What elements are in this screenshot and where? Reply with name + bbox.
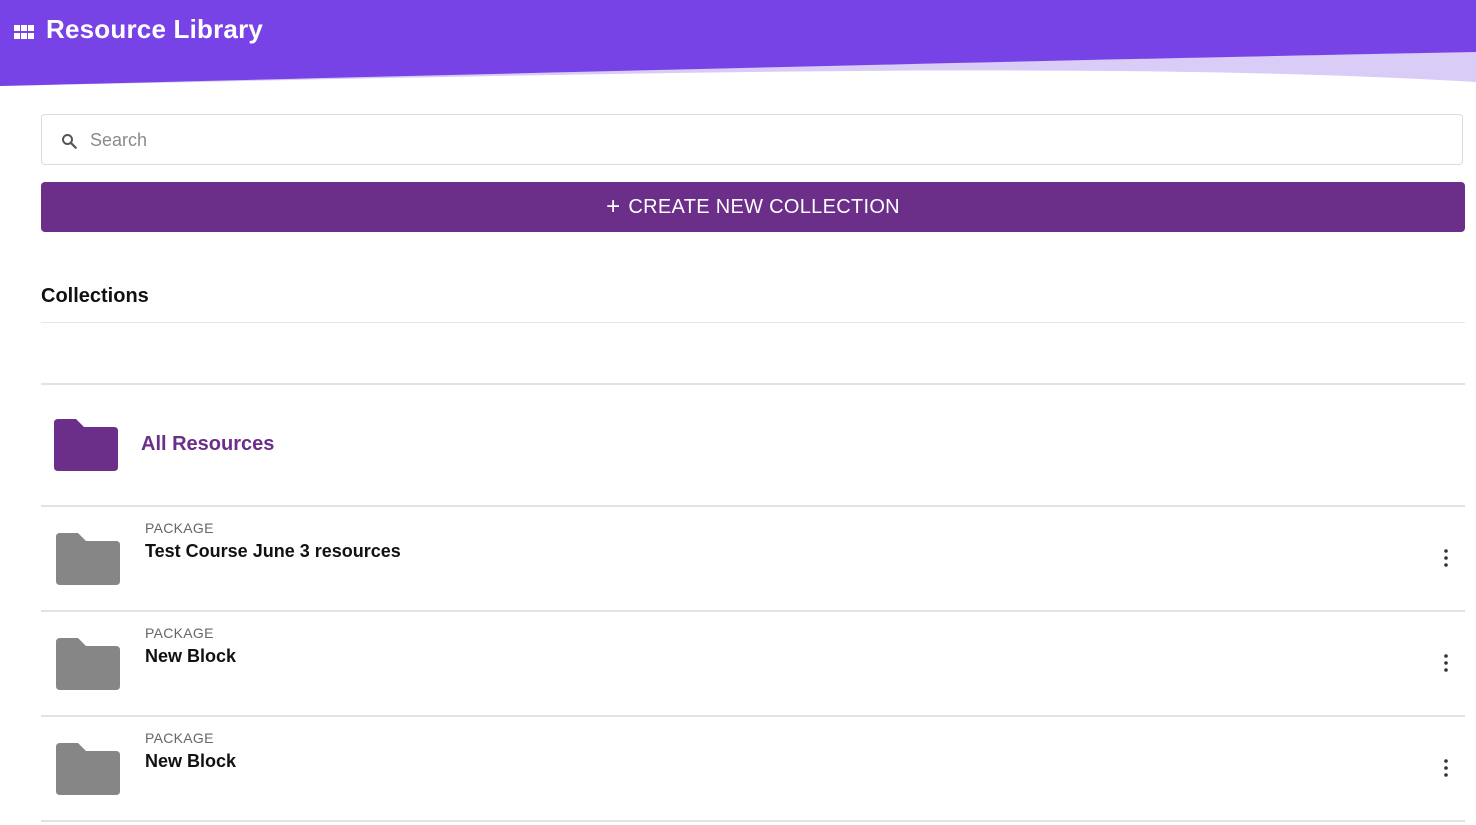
package-type-label: PACKAGE <box>145 730 214 746</box>
package-name: New Block <box>145 751 237 771</box>
package-item[interactable]: PACKAGE New Block <box>41 612 1465 715</box>
all-resources-item[interactable]: All Resources <box>41 385 1465 505</box>
folder-icon <box>56 743 120 795</box>
create-new-collection-label: CREATE NEW COLLECTION <box>628 195 900 218</box>
plus-icon: + <box>606 193 621 220</box>
search-input[interactable] <box>88 115 1452 166</box>
package-item[interactable]: PACKAGE Test Course June 3 resources <box>41 507 1465 610</box>
more-vert-icon[interactable] <box>1438 547 1454 569</box>
folder-icon <box>56 638 120 690</box>
apps-grid-icon[interactable] <box>14 25 34 39</box>
more-vert-icon[interactable] <box>1438 652 1454 674</box>
folder-icon <box>54 419 118 471</box>
search-box[interactable] <box>41 114 1463 166</box>
collections-heading: Collections <box>41 285 149 307</box>
section-divider <box>41 322 1465 323</box>
search-icon <box>62 134 77 149</box>
package-name: Test Course June 3 resources <box>145 541 401 561</box>
list-divider <box>41 820 1465 822</box>
package-type-label: PACKAGE <box>145 520 214 536</box>
package-item[interactable]: PACKAGE New Block <box>41 717 1465 820</box>
package-type-label: PACKAGE <box>145 625 214 641</box>
folder-icon <box>56 533 120 585</box>
all-resources-label: All Resources <box>141 433 275 455</box>
create-new-collection-button[interactable]: + CREATE NEW COLLECTION <box>41 182 1465 232</box>
more-vert-icon[interactable] <box>1438 757 1454 779</box>
package-name: New Block <box>145 646 237 666</box>
page-title: Resource Library <box>46 14 264 44</box>
app-header: Resource Library <box>0 0 1476 86</box>
